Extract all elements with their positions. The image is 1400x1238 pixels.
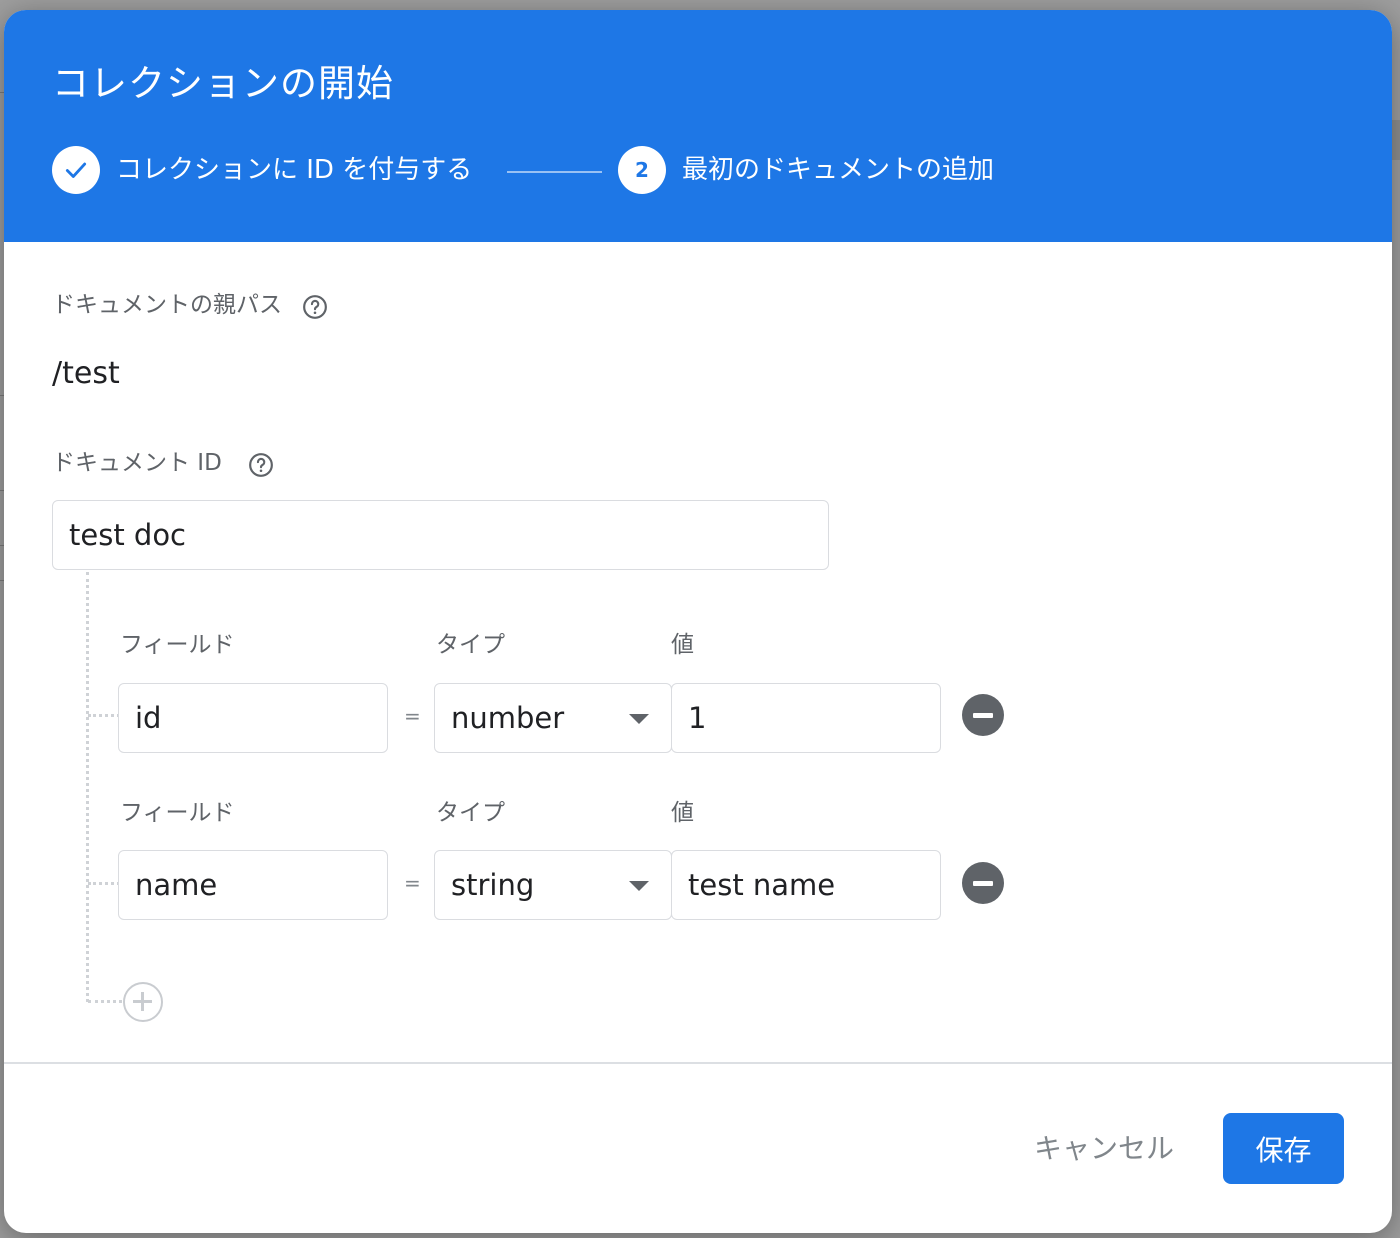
stepper: コレクションに ID を付与する 2 最初のドキュメントの追加 (52, 144, 1052, 194)
type-select[interactable]: string (434, 850, 672, 920)
check-icon (65, 162, 87, 178)
step-1-label: コレクションに ID を付与する (116, 155, 473, 185)
help-icon[interactable] (248, 452, 274, 478)
document-id-label: ドキュメント ID (52, 450, 222, 476)
remove-icon (973, 712, 993, 718)
save-button[interactable]: 保存 (1223, 1113, 1344, 1184)
remove-icon (973, 880, 993, 886)
tree-branch (88, 714, 120, 717)
step-1-complete (52, 146, 100, 194)
type-select[interactable]: number (434, 683, 672, 753)
dropdown-arrow-icon (629, 881, 649, 891)
step-2-label: 最初のドキュメントの追加 (682, 155, 995, 185)
parent-path-label: ドキュメントの親パス (52, 292, 282, 318)
tree-branch (88, 882, 120, 885)
step-2-number: 2 (618, 146, 666, 194)
type-column-label: タイプ (436, 800, 505, 826)
type-column-label: タイプ (436, 632, 505, 658)
step-connector (507, 171, 602, 173)
dropdown-arrow-icon (629, 714, 649, 724)
equals-sign: = (404, 871, 421, 895)
tree-connector (86, 572, 89, 1002)
remove-field-button[interactable] (962, 862, 1004, 904)
backdrop-edge (1392, 120, 1400, 160)
dialog-title: コレクションの開始 (52, 62, 394, 105)
cancel-button[interactable]: キャンセル (1024, 1115, 1184, 1179)
parent-path-value: /test (52, 356, 120, 391)
field-column-label: フィールド (120, 632, 235, 658)
type-select-value: string (451, 868, 535, 902)
dialog-header: コレクションの開始 コレクションに ID を付与する 2 最初のドキュメントの追… (4, 10, 1392, 242)
field-value-input[interactable]: 1 (671, 683, 941, 753)
value-column-label: 値 (671, 632, 694, 658)
type-select-value: number (451, 701, 565, 735)
field-name-input[interactable]: name (118, 850, 388, 920)
equals-sign: = (404, 704, 421, 728)
field-name-input[interactable]: id (118, 683, 388, 753)
value-column-label: 値 (671, 800, 694, 826)
field-value-input[interactable]: test name (671, 850, 941, 920)
help-icon[interactable] (302, 294, 328, 320)
remove-field-button[interactable] (962, 694, 1004, 736)
document-id-input[interactable]: test doc (52, 500, 829, 570)
footer-divider (4, 1062, 1392, 1064)
tree-branch (88, 1000, 122, 1003)
start-collection-dialog: コレクションの開始 コレクションに ID を付与する 2 最初のドキュメントの追… (4, 10, 1392, 1233)
field-column-label: フィールド (120, 800, 235, 826)
add-field-button[interactable] (123, 982, 163, 1022)
